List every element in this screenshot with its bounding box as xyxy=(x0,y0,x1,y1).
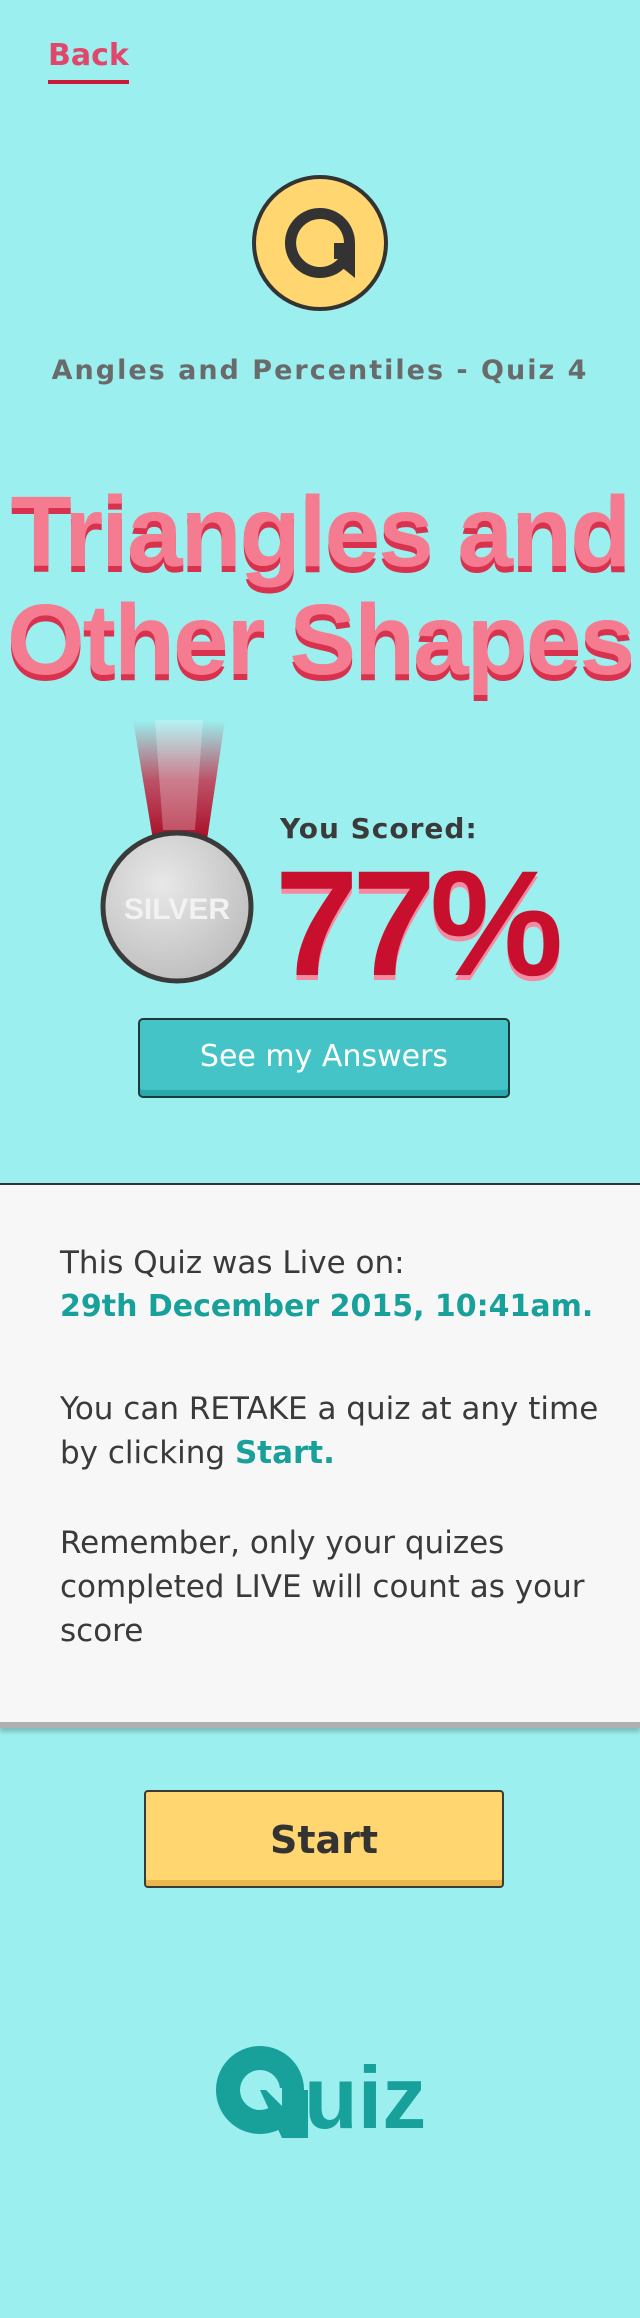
quiz-subtitle: Angles and Percentiles - Quiz 4 xyxy=(51,355,589,386)
info-panel: This Quiz was Live on: 29th December 201… xyxy=(0,1183,640,1728)
start-button[interactable]: Start xyxy=(144,1790,504,1888)
live-date: 29th December 2015, 10:41am. xyxy=(60,1289,594,1324)
retake-info: You can RETAKE a quiz at any time by cli… xyxy=(60,1387,600,1475)
quiz-brand-logo: uiz xyxy=(216,2046,426,2140)
retake-start-link[interactable]: Start. xyxy=(235,1435,335,1471)
quiz-title-line2: Other Shapes xyxy=(6,584,635,696)
brand-text: uiz xyxy=(304,2048,426,2140)
quiz-logo-icon xyxy=(252,175,388,311)
quiz-title-line1: Triangles and xyxy=(10,476,632,588)
remember-text: Remember, only your quizes completed LIV… xyxy=(60,1525,585,1649)
live-label: This Quiz was Live on: xyxy=(60,1245,405,1281)
silver-medal-icon: SILVER xyxy=(100,720,254,984)
back-link[interactable]: Back xyxy=(48,36,129,84)
medal-label: SILVER xyxy=(124,893,230,926)
score-value: 77% xyxy=(275,839,563,1007)
see-answers-button[interactable]: See my Answers xyxy=(138,1018,510,1098)
quiz-title: Triangles and Other Shapes xyxy=(0,478,640,694)
live-info: This Quiz was Live on: 29th December 201… xyxy=(60,1241,600,1329)
